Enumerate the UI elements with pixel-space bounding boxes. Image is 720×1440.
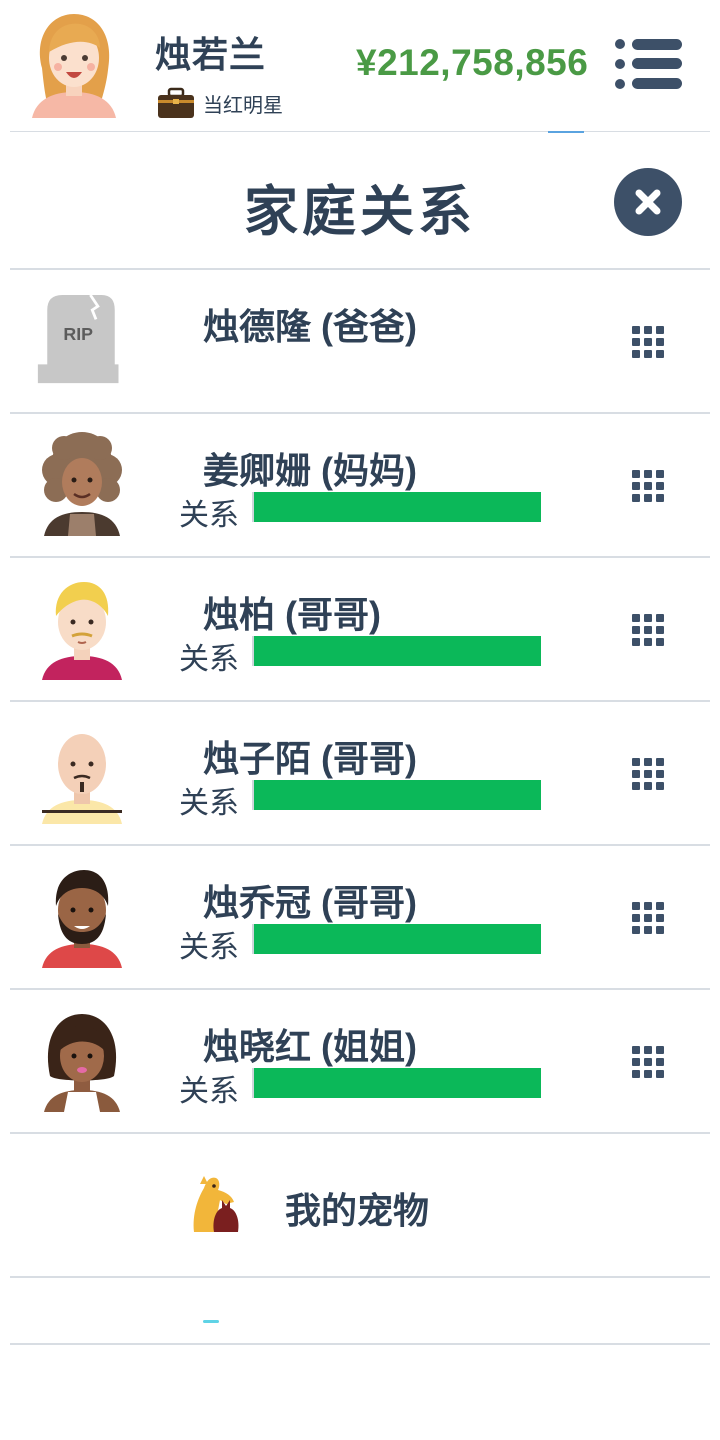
relation-label: 关系 xyxy=(179,1075,239,1108)
row-divider xyxy=(10,556,710,558)
family-member-name: 烛乔冠 (哥哥) xyxy=(203,882,417,923)
relation-bar xyxy=(252,492,541,522)
relation-bar xyxy=(252,1068,541,1098)
relation-bar-fill xyxy=(254,492,541,522)
grid-menu-icon[interactable] xyxy=(630,324,666,360)
mother-avatar xyxy=(42,432,122,536)
close-icon xyxy=(635,189,661,215)
relation-bar-fill xyxy=(254,780,541,810)
family-member-name: 烛柏 (哥哥) xyxy=(203,594,381,635)
brother-avatar xyxy=(42,870,122,968)
relation-label: 关系 xyxy=(179,643,239,676)
title-bar: 家庭关系 xyxy=(0,133,720,268)
relation-label: 关系 xyxy=(179,787,239,820)
relation-bar-fill xyxy=(254,1068,541,1098)
relation-bar-fill xyxy=(254,924,541,954)
page-title: 家庭关系 xyxy=(244,182,476,242)
relation-bar-fill xyxy=(254,636,541,666)
loading-indicator xyxy=(203,1320,219,1323)
tombstone-icon: RIP xyxy=(37,294,119,384)
player-avatar[interactable] xyxy=(28,8,120,118)
list-item-placeholder xyxy=(0,1276,720,1344)
menu-button[interactable] xyxy=(612,36,684,92)
rip-label: RIP xyxy=(63,324,93,344)
family-row-father[interactable]: RIP 烛德隆 (爸爸) xyxy=(0,268,720,412)
relation-bar xyxy=(252,780,541,810)
list-bottom-divider xyxy=(10,1343,710,1345)
brother-avatar xyxy=(42,734,122,824)
status-header: 烛若兰 当红明星 ¥212,758,856 xyxy=(0,0,720,133)
row-divider xyxy=(10,412,710,414)
job-info: 当红明星 xyxy=(157,86,283,120)
row-divider xyxy=(10,700,710,702)
family-member-name: 烛子陌 (哥哥) xyxy=(203,738,417,779)
grid-menu-icon[interactable] xyxy=(630,1044,666,1080)
family-row-brother-3[interactable]: 烛乔冠 (哥哥) 关系 xyxy=(0,844,720,988)
family-row-brother-1[interactable]: 烛柏 (哥哥) 关系 xyxy=(0,556,720,700)
row-divider xyxy=(10,1276,710,1278)
family-member-name: 烛晓红 (姐姐) xyxy=(203,1026,417,1067)
grid-menu-icon[interactable] xyxy=(630,756,666,792)
row-divider xyxy=(10,268,710,270)
grid-menu-icon[interactable] xyxy=(630,468,666,504)
row-divider xyxy=(10,988,710,990)
grid-menu-icon[interactable] xyxy=(630,612,666,648)
relation-bar xyxy=(252,924,541,954)
row-divider xyxy=(10,1132,710,1134)
relation-bar xyxy=(252,636,541,666)
family-row-mother[interactable]: 姜卿姗 (妈妈) 关系 xyxy=(0,412,720,556)
relation-label: 关系 xyxy=(179,499,239,532)
family-row-brother-2[interactable]: 烛子陌 (哥哥) 关系 xyxy=(0,700,720,844)
family-list: RIP 烛德隆 (爸爸) 姜卿姗 (妈妈) 关系 烛柏 (哥哥) 关系 烛子陌 … xyxy=(0,268,720,1344)
grid-menu-icon[interactable] xyxy=(630,900,666,936)
family-member-name: 姜卿姗 (妈妈) xyxy=(203,450,417,491)
pets-button[interactable]: 我的宠物 xyxy=(0,1132,720,1276)
row-divider xyxy=(10,844,710,846)
family-row-sister[interactable]: 烛晓红 (姐姐) 关系 xyxy=(0,988,720,1132)
job-title: 当红明星 xyxy=(203,94,283,117)
pets-icon xyxy=(193,1176,239,1232)
close-button[interactable] xyxy=(614,168,682,236)
list-menu-icon xyxy=(615,39,682,89)
money-balance: ¥212,758,856 xyxy=(356,42,589,83)
sister-avatar xyxy=(44,1014,120,1112)
briefcase-icon xyxy=(158,87,194,118)
family-member-name: 烛德隆 (爸爸) xyxy=(203,306,417,347)
player-name: 烛若兰 xyxy=(155,34,267,75)
brother-avatar xyxy=(42,582,122,680)
header-divider xyxy=(10,131,710,132)
relation-label: 关系 xyxy=(179,931,239,964)
pets-label: 我的宠物 xyxy=(285,1190,430,1231)
